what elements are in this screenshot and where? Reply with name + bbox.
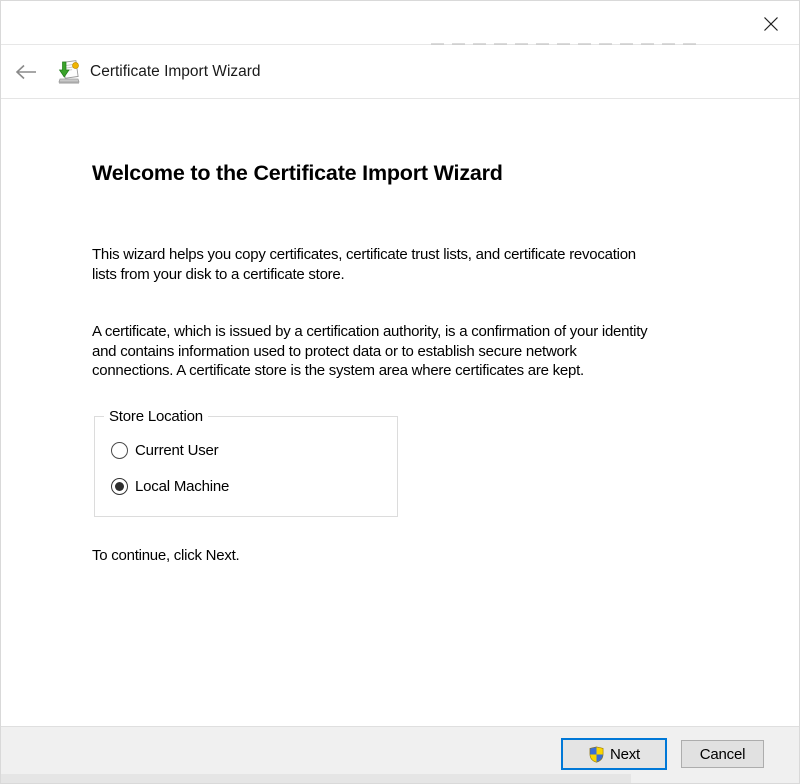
wizard-header: Certificate Import Wizard xyxy=(1,45,799,99)
radio-button-current-user[interactable] xyxy=(111,442,128,459)
render-artifact-bottom xyxy=(1,774,631,783)
next-button-label: Next xyxy=(609,745,641,763)
intro-paragraph: This wizard helps you copy certificates,… xyxy=(92,246,636,283)
certificate-import-icon xyxy=(58,60,80,84)
certificate-import-wizard-window: Certificate Import Wizard Welcome to the… xyxy=(0,0,800,784)
description-paragraph: A certificate, which is issued by a cert… xyxy=(92,323,648,379)
button-footer: Next Cancel xyxy=(1,726,799,783)
radio-local-machine[interactable]: Local Machine xyxy=(111,478,229,495)
radio-label-local-machine[interactable]: Local Machine xyxy=(135,478,229,495)
close-icon xyxy=(764,17,778,31)
radio-button-local-machine[interactable] xyxy=(111,478,128,495)
store-location-legend: Store Location xyxy=(104,408,208,425)
uac-shield-icon xyxy=(589,746,604,763)
next-button[interactable]: Next xyxy=(561,738,667,770)
close-button[interactable] xyxy=(755,10,787,38)
cancel-button[interactable]: Cancel xyxy=(681,740,764,768)
back-button[interactable] xyxy=(14,62,40,82)
wizard-title: Certificate Import Wizard xyxy=(90,63,261,80)
back-arrow-icon xyxy=(15,64,36,80)
title-bar xyxy=(1,1,799,44)
page-title: Welcome to the Certificate Import Wizard xyxy=(92,161,503,185)
store-location-groupbox: Store Location Current User Local Machin… xyxy=(94,408,398,517)
radio-current-user[interactable]: Current User xyxy=(111,442,219,459)
cancel-button-label: Cancel xyxy=(699,745,746,763)
wizard-content: Welcome to the Certificate Import Wizard… xyxy=(1,99,799,726)
continue-hint: To continue, click Next. xyxy=(92,547,240,564)
radio-label-current-user[interactable]: Current User xyxy=(135,442,219,459)
